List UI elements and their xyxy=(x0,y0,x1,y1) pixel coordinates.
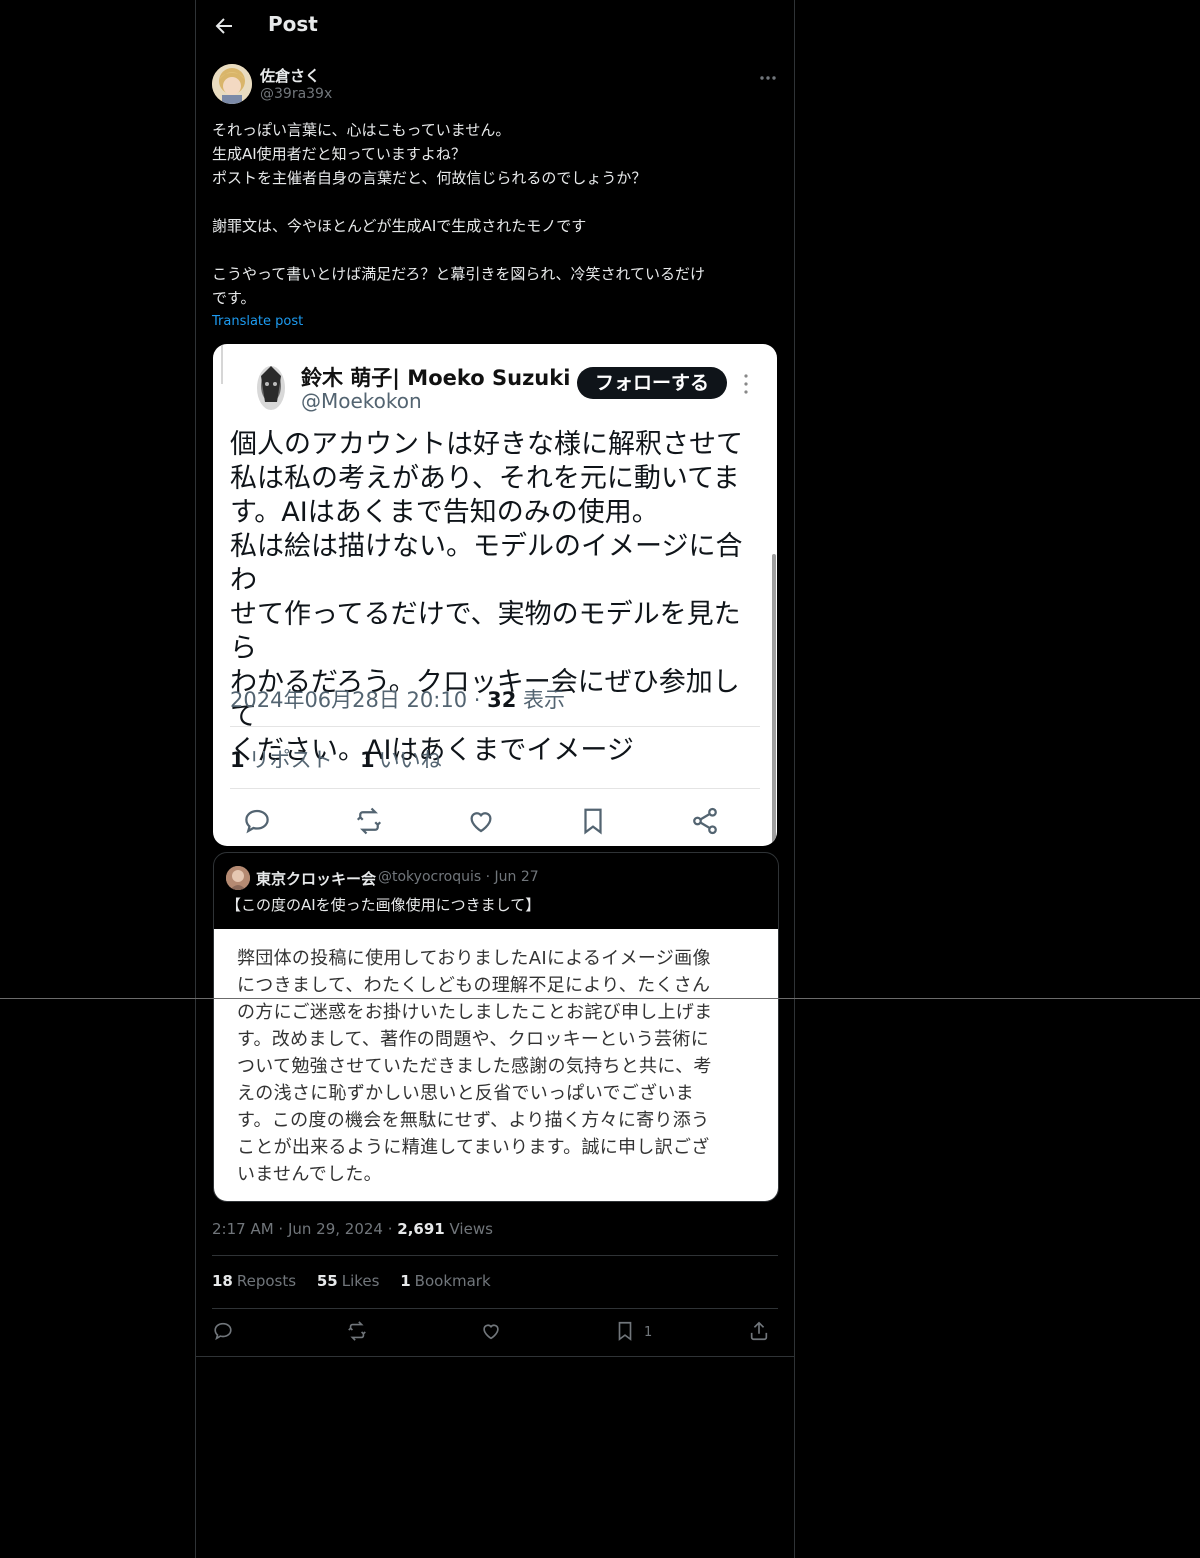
action-bar: 1 xyxy=(212,1320,778,1346)
screenshot-author-name: 鈴木 萌子| Moeko Suzuki xyxy=(301,366,571,390)
post-line xyxy=(212,190,778,214)
quoted-image-text: 弊団体の投稿に使用しておりましたAIによるイメージ画像 につきまして、わたくしど… xyxy=(237,945,747,1188)
divider xyxy=(212,1255,778,1256)
screenshot-reply-icon xyxy=(242,806,272,836)
post-time[interactable]: 2:17 AM · Jun 29, 2024 · xyxy=(212,1220,397,1238)
post-line: それっぽい言葉に、心はこもっていません。 xyxy=(212,121,511,139)
screenshot-like-icon xyxy=(466,806,496,836)
main-column: Post 佐倉さく @39ra39x それっぽい言葉に、心はこもっていません。 … xyxy=(195,0,795,1558)
screenshot-views-count: 32 xyxy=(487,688,517,712)
quoted-author-handle: @tokyocroquis · Jun 27 xyxy=(378,869,539,885)
page-header: Post xyxy=(196,0,794,53)
engagement-stats: 18 Reposts 55 Likes 1 Bookmark xyxy=(212,1272,507,1290)
bookmarks-stat[interactable]: 1 Bookmark xyxy=(400,1272,490,1290)
screenshot-post-text: 個人のアカウントは好きな様に解釈させて 私は私の考えがあり、それを元に動いてま … xyxy=(230,428,760,768)
screenshot-action-bar xyxy=(230,806,760,836)
quoted-image-line: の方にご迷惑をお掛けいたしましたことお詫び申し上げま xyxy=(237,1002,713,1023)
reply-icon[interactable] xyxy=(212,1320,238,1346)
screenshot-reposts-label: リポスト xyxy=(248,748,333,772)
screenshot-line: す。AIはあくまで告知のみの使用。 xyxy=(230,497,659,528)
screenshot-views-label: 表示 xyxy=(516,688,566,712)
divider xyxy=(0,998,1200,999)
screenshot-author-handle: @Moekokon xyxy=(301,389,422,413)
screenshot-likes-count: 1 xyxy=(360,748,375,772)
screenshot-line: 私は絵は描けない。モデルのイメージに合わ xyxy=(230,531,743,596)
post-line xyxy=(212,238,778,262)
quoted-image-line: につきまして、わたくしどもの理解不足により、たくさん xyxy=(237,975,711,996)
quoted-image-line: ことが出来るように精進してまいります。誠に申し訳ござ xyxy=(237,1137,710,1158)
post-line: 謝罪文は、今やほとんどが生成AIで生成されたモノです xyxy=(212,217,587,235)
divider xyxy=(221,344,223,384)
screenshot-share-icon xyxy=(690,806,720,836)
post-line: ポストを主催者自身の言葉だと、何故信じられるのでしょうか？ xyxy=(212,169,647,187)
screenshot-repost-icon xyxy=(354,806,384,836)
more-options-icon[interactable] xyxy=(758,68,778,88)
divider xyxy=(212,1308,778,1309)
page-title: Post xyxy=(268,12,318,36)
quoted-image-line: す。この度の機会を無駄にせず、より描く方々に寄り添う xyxy=(237,1110,710,1131)
divider xyxy=(230,726,760,727)
likes-count: 55 xyxy=(316,1272,338,1290)
divider xyxy=(196,1356,794,1357)
screenshot-more-icon xyxy=(743,372,749,396)
divider xyxy=(230,788,760,789)
screenshot-timestamp: 2024年06月28日 20:10 · 32 表示 xyxy=(230,684,565,714)
screenshot-scrollbar xyxy=(772,554,776,844)
quoted-image-line: す。改めまして、著作の問題や、クロッキーという芸術に xyxy=(237,1029,710,1050)
screenshot-line: 個人のアカウントは好きな様に解釈させて xyxy=(230,429,743,460)
author-handle[interactable]: @39ra39x xyxy=(260,86,332,102)
likes-stat[interactable]: 55 Likes xyxy=(317,1272,380,1290)
reposts-label: Reposts xyxy=(236,1272,297,1290)
post-line: 生成AI使用者だと知っていますよね？ xyxy=(212,145,466,163)
quoted-author-name: 東京クロッキー会 xyxy=(256,870,377,888)
screenshot-bookmark-icon xyxy=(578,806,608,836)
quoted-avatar xyxy=(226,866,250,890)
screenshot-line: せて作ってるだけで、実物のモデルを見たら xyxy=(230,599,741,664)
quoted-post[interactable]: 東京クロッキー会 @tokyocroquis · Jun 27 【この度のAIを… xyxy=(213,852,779,1202)
likes-label: Likes xyxy=(341,1272,380,1290)
views-label: Views xyxy=(444,1220,493,1238)
post-author: 佐倉さく @39ra39x xyxy=(212,64,778,108)
bookmarks-label: Bookmark xyxy=(414,1272,491,1290)
reposts-count: 18 xyxy=(212,1272,233,1290)
post-timestamp: 2:17 AM · Jun 29, 2024 · 2,691 Views xyxy=(212,1220,493,1238)
like-icon[interactable] xyxy=(480,1320,506,1346)
quoted-post-image: 弊団体の投稿に使用しておりましたAIによるイメージ画像 につきまして、わたくしど… xyxy=(214,929,778,1201)
screenshot-reposts-count: 1 xyxy=(230,748,245,772)
screenshot-date: 2024年06月28日 20:10 · xyxy=(230,688,488,712)
bookmarks-count: 1 xyxy=(400,1272,411,1290)
screenshot-line: 私は私の考えがあり、それを元に動いてま xyxy=(230,463,740,494)
translate-post-link[interactable]: Translate post xyxy=(212,314,303,329)
screenshot-likes-label: いいね xyxy=(378,748,442,772)
bookmark-count: 1 xyxy=(644,1325,653,1340)
post-text: それっぽい言葉に、心はこもっていません。 生成AI使用者だと知っていますよね？ … xyxy=(212,118,778,310)
quoted-post-text: 【この度のAIを使った画像使用につきまして】 xyxy=(226,896,541,914)
attached-screenshot-image[interactable]: 鈴木 萌子| Moeko Suzuki @Moekokon フォローする 個人の… xyxy=(213,344,777,846)
repost-icon[interactable] xyxy=(346,1320,372,1346)
reposts-stat[interactable]: 18 Reposts xyxy=(212,1272,296,1290)
post-line: こうやって書いとけば満足だろ？と幕引きを図られ、冷笑されているだけ xyxy=(212,265,706,283)
back-arrow-icon[interactable] xyxy=(212,14,236,38)
bookmark-icon[interactable] xyxy=(614,1320,640,1346)
quoted-image-line: ついて勉強させていただきました感謝の気持ちと共に、考 xyxy=(237,1056,712,1077)
author-name[interactable]: 佐倉さく xyxy=(260,65,320,86)
quoted-image-line: 弊団体の投稿に使用しておりましたAIによるイメージ画像 xyxy=(237,948,711,969)
quoted-image-line: いませんでした。 xyxy=(237,1164,382,1185)
post-line: です。 xyxy=(212,289,256,307)
views-count: 2,691 xyxy=(397,1220,445,1238)
quoted-image-line: えの浅さに恥ずかしい思いと反省でいっぱいでございま xyxy=(237,1083,694,1104)
screenshot-avatar xyxy=(253,362,289,418)
share-icon[interactable] xyxy=(748,1320,774,1346)
screenshot-follow-button: フォローする xyxy=(577,367,727,399)
avatar[interactable] xyxy=(212,64,252,104)
screenshot-stats: 1 リポスト 1 いいね xyxy=(230,744,442,774)
